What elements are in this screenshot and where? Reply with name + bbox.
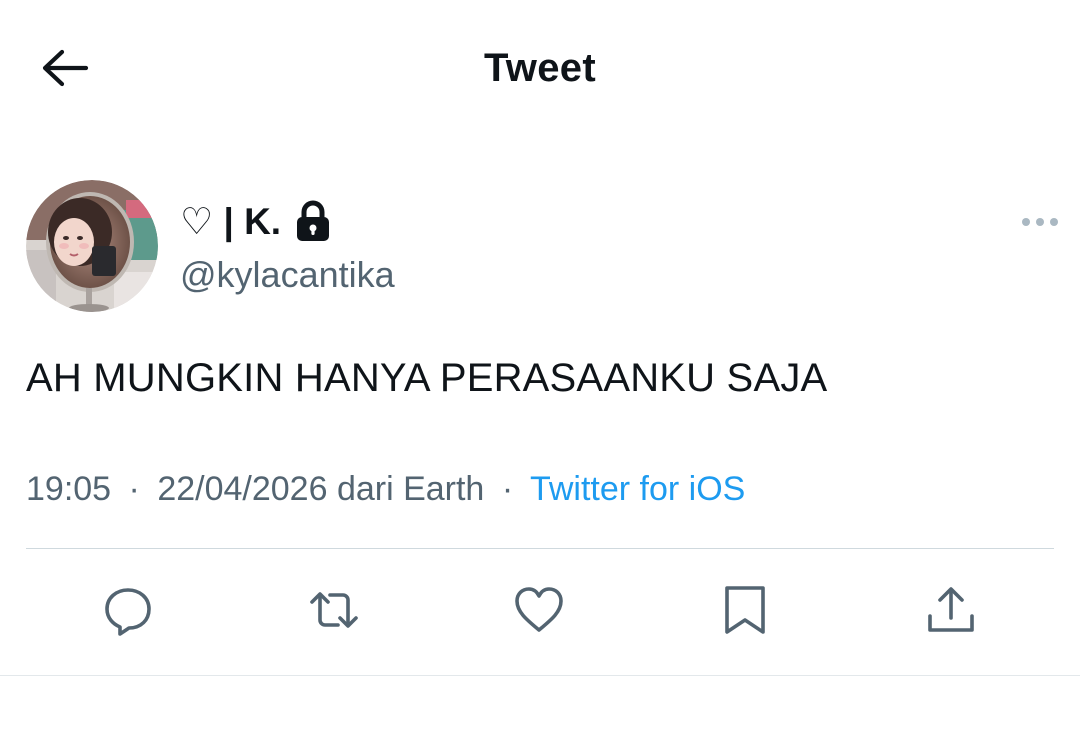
bookmark-button[interactable]: [715, 582, 775, 642]
divider: [26, 548, 1054, 549]
retweet-button[interactable]: [304, 582, 364, 642]
more-options-button[interactable]: [1012, 204, 1068, 244]
tweet-source-link[interactable]: Twitter for iOS: [530, 470, 745, 508]
display-name: ♡ | K.: [180, 200, 282, 242]
lock-icon: [295, 200, 331, 242]
reply-button[interactable]: [98, 582, 158, 642]
top-bar: Tweet: [0, 0, 1080, 140]
tweet-date-location[interactable]: 22/04/2026 dari Earth: [157, 470, 484, 508]
share-icon: [925, 584, 977, 641]
page-title: Tweet: [484, 46, 596, 90]
like-button[interactable]: [509, 582, 569, 642]
tweet-text: AH MUNGKIN HANYA PERASAANKU SAJA: [26, 356, 828, 400]
action-bar: [0, 560, 1080, 670]
separator-dot: ·: [128, 470, 140, 508]
tweet-time[interactable]: 19:05: [26, 470, 111, 508]
user-handle[interactable]: @kylacantika: [180, 254, 395, 296]
avatar[interactable]: [26, 180, 158, 312]
reply-icon: [102, 584, 154, 641]
tweet-meta: 19:05 · 22/04/2026 dari Earth · Twitter …: [26, 470, 745, 509]
divider: [0, 675, 1080, 676]
share-button[interactable]: [921, 582, 981, 642]
separator-dot: ·: [501, 470, 514, 508]
retweet-icon: [308, 584, 360, 641]
more-horizontal-icon: [1020, 215, 1060, 233]
bookmark-icon: [719, 584, 771, 641]
display-name-row[interactable]: ♡ | K.: [180, 197, 331, 245]
heart-icon: [513, 584, 565, 641]
